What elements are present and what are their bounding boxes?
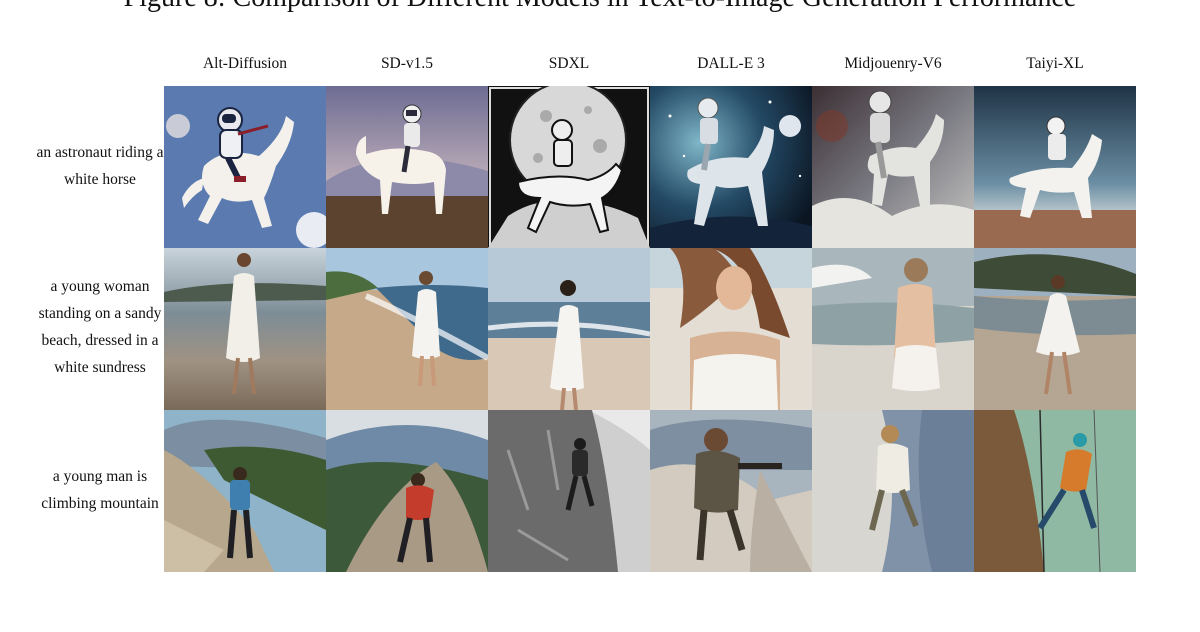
image-astronaut-alt-diffusion: [164, 86, 326, 248]
image-woman-alt-diffusion: [164, 248, 326, 410]
row-label-astronaut: an astronaut riding a white horse: [26, 139, 174, 193]
image-astronaut-taiyi-xl: [974, 86, 1136, 248]
row-label-line: standing on a sandy: [38, 305, 162, 322]
column-header-sdxl: SDXL: [548, 55, 590, 72]
row-label-line: white sundress: [54, 359, 146, 376]
image-woman-midjourney-v6: [812, 248, 974, 410]
row-label-line: a young woman: [50, 278, 150, 295]
image-astronaut-dall-e-3: [650, 86, 812, 248]
image-woman-dall-e-3: [650, 248, 812, 410]
image-woman-sd-v1-5: [326, 248, 488, 410]
figure-title: Figure 8: Comparison of Different Models…: [0, 0, 1200, 14]
column-header-alt-diffusion: Alt-Diffusion: [202, 55, 288, 72]
image-astronaut-midjourney-v6: [812, 86, 974, 248]
row-label-line: an astronaut riding a: [36, 144, 164, 161]
row-label-line: a young man is: [52, 468, 148, 485]
image-climber-sdxl: [488, 410, 650, 572]
image-climber-midjourney-v6: [812, 410, 974, 572]
image-astronaut-sdxl: [488, 86, 650, 248]
row-label-climber: a young man is climbing mountain: [26, 463, 174, 517]
row-label-line: climbing mountain: [41, 495, 159, 512]
image-astronaut-sd-v1-5: [326, 86, 488, 248]
column-header-midjourney-v6: Midjouenry-V6: [844, 55, 942, 72]
row-label-line: beach, dressed in a: [41, 332, 159, 349]
column-header-taiyi-xl: Taiyi-XL: [1026, 55, 1084, 72]
column-header-dall-e-3: DALL-E 3: [697, 55, 765, 72]
column-header-sd-v1-5: SD-v1.5: [380, 55, 434, 72]
image-woman-taiyi-xl: [974, 248, 1136, 410]
row-label-line: white horse: [64, 171, 136, 188]
image-climber-alt-diffusion: [164, 410, 326, 572]
image-climber-sd-v1-5: [326, 410, 488, 572]
image-climber-taiyi-xl: [974, 410, 1136, 572]
row-label-woman-beach: a young woman standing on a sandy beach,…: [26, 273, 174, 381]
image-woman-sdxl: [488, 248, 650, 410]
image-climber-dall-e-3: [650, 410, 812, 572]
